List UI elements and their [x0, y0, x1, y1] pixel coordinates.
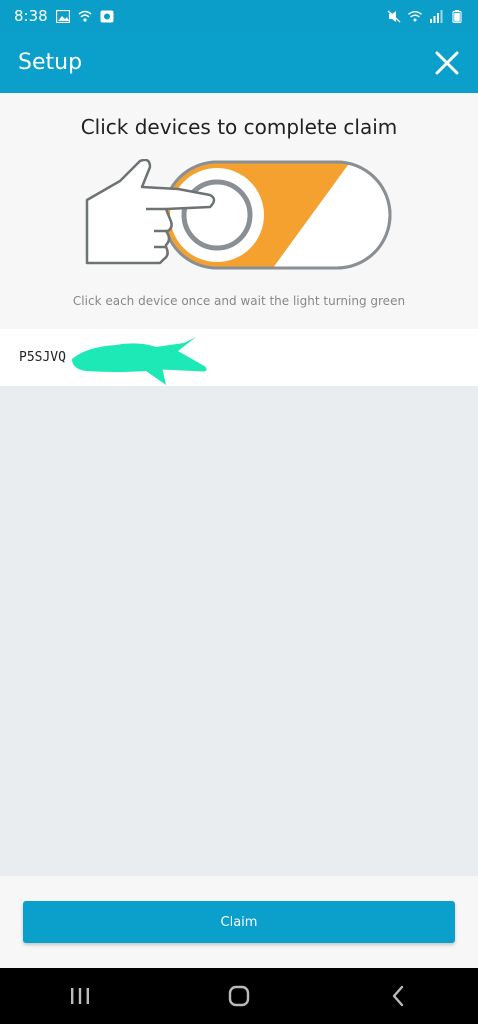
status-bar: 8:38 — [0, 0, 478, 32]
home-button[interactable] — [219, 976, 259, 1016]
back-icon — [393, 985, 404, 1007]
image-icon — [55, 9, 70, 23]
app-title: Setup — [18, 50, 83, 75]
device-list: P5SJVQ — [0, 329, 478, 386]
press-button-illustration — [85, 159, 392, 270]
claim-instructions: Click devices to complete claim Click ea… — [0, 93, 478, 329]
battery-icon — [452, 9, 462, 23]
signal-icon — [430, 9, 443, 23]
system-nav-bar — [0, 968, 478, 1024]
status-left: 8:38 — [14, 7, 114, 25]
device-name: P5SJVQ — [19, 350, 66, 365]
wifi-icon — [408, 10, 422, 21]
recent-apps-button[interactable] — [60, 976, 100, 1016]
status-time: 8:38 — [14, 7, 48, 25]
close-icon[interactable] — [434, 50, 460, 76]
claim-button[interactable]: Claim — [23, 901, 455, 943]
status-right — [387, 9, 464, 23]
app-bar: Setup — [0, 32, 478, 93]
redaction-scribble — [72, 337, 207, 385]
wifi-calling-icon — [78, 10, 92, 22]
recent-apps-icon — [70, 988, 89, 1004]
home-icon — [228, 985, 250, 1007]
instructions-subtitle: Click each device once and wait the ligh… — [72, 294, 406, 308]
app-notification-icon — [100, 10, 114, 22]
back-button[interactable] — [378, 976, 418, 1016]
bottom-panel: Claim — [0, 876, 478, 968]
instructions-title: Click devices to complete claim — [80, 115, 398, 139]
device-row[interactable]: P5SJVQ — [0, 329, 478, 386]
mute-icon — [387, 9, 401, 23]
